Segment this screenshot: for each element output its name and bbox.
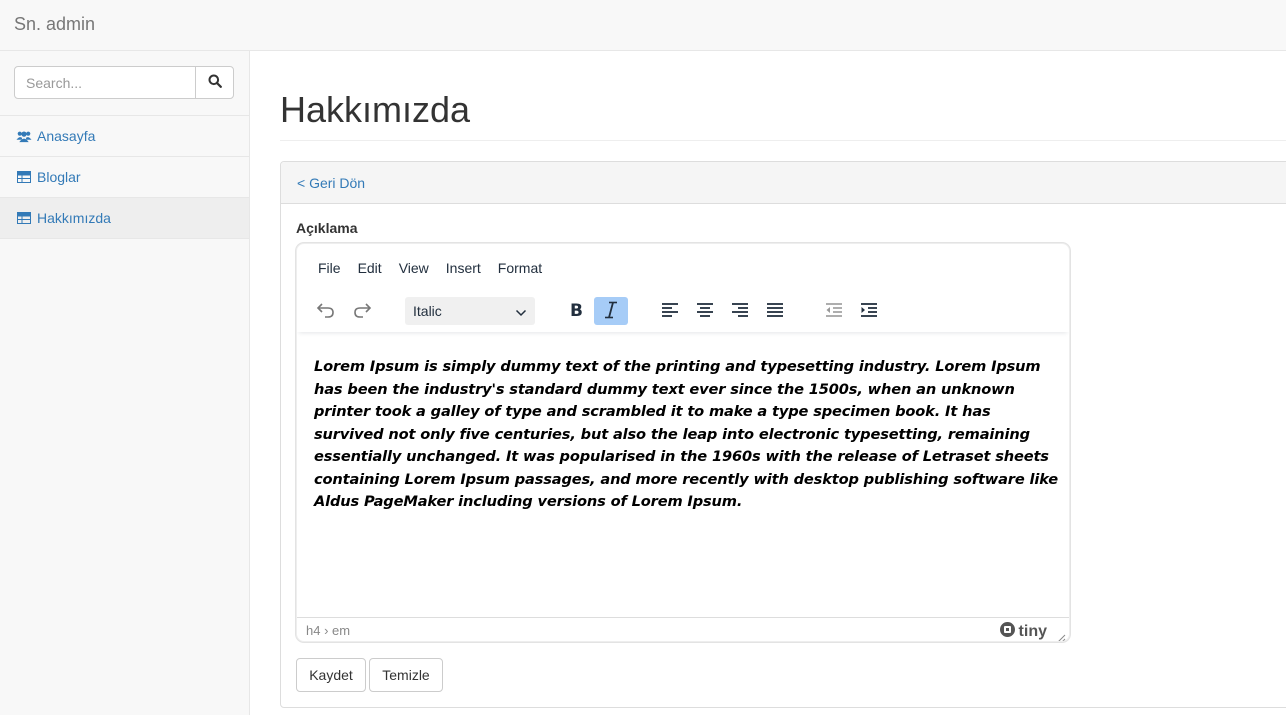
page-title: Hakkımızda — [280, 89, 471, 130]
italic-button[interactable] — [594, 297, 628, 325]
format-select[interactable]: Italic — [405, 297, 535, 325]
resize-handle-icon[interactable] — [1057, 630, 1066, 641]
search-icon — [208, 74, 222, 91]
panel-heading: < Geri Dön — [281, 162, 1286, 204]
align-center-icon — [696, 302, 714, 321]
svg-text:B: B — [570, 301, 583, 319]
sidebar-item-label: Anasayfa — [37, 128, 96, 144]
description-label: Açıklama — [296, 220, 358, 236]
align-right-button[interactable] — [723, 297, 757, 325]
rich-text-editor: File Edit View Insert Format Italic B Lo… — [296, 243, 1070, 642]
sidebar-item-bloglar[interactable]: Bloglar — [0, 157, 249, 198]
menu-insert[interactable]: Insert — [435, 257, 487, 279]
element-path[interactable]: h4 › em — [306, 623, 350, 638]
undo-button[interactable] — [309, 297, 343, 325]
indent-button[interactable] — [852, 297, 886, 325]
editor-content[interactable]: Lorem Ipsum is simply dummy text of the … — [314, 356, 1059, 514]
menu-file[interactable]: File — [307, 257, 347, 279]
indent-icon — [860, 302, 878, 321]
table-icon — [16, 211, 32, 225]
save-button[interactable]: Kaydet — [296, 658, 366, 692]
justify-button[interactable] — [758, 297, 792, 325]
outdent-icon — [825, 302, 843, 321]
align-left-button[interactable] — [653, 297, 687, 325]
app-brand[interactable]: Sn. admin — [14, 14, 95, 35]
format-select-value: Italic — [413, 303, 442, 319]
editor-toolbar: Italic B — [297, 292, 1069, 332]
users-icon — [16, 129, 32, 143]
title-divider — [280, 140, 1286, 141]
search-input[interactable] — [14, 66, 196, 99]
menu-format[interactable]: Format — [487, 257, 548, 279]
menu-view[interactable]: View — [388, 257, 435, 279]
top-navbar: Sn. admin — [0, 0, 1286, 51]
clear-button[interactable]: Temizle — [369, 658, 443, 692]
tiny-logo-text: tiny — [1018, 623, 1047, 640]
tiny-logo-icon — [999, 621, 1019, 641]
sidebar-item-label: Hakkımızda — [37, 210, 111, 226]
redo-icon — [352, 301, 372, 322]
align-right-icon — [731, 302, 749, 321]
editor-menubar: File Edit View Insert Format — [307, 257, 548, 279]
justify-icon — [766, 302, 784, 321]
tiny-logo[interactable]: tiny — [999, 621, 1047, 641]
editor-statusbar: h4 › em tiny — [297, 617, 1069, 641]
table-icon — [16, 170, 32, 184]
redo-button[interactable] — [345, 297, 379, 325]
sidebar-item-anasayfa[interactable]: Anasayfa — [0, 116, 249, 157]
search-button[interactable] — [195, 66, 234, 99]
sidebar-search — [14, 66, 234, 99]
menu-edit[interactable]: Edit — [347, 257, 388, 279]
bold-icon: B — [568, 301, 584, 322]
bold-button[interactable]: B — [559, 297, 593, 325]
sidebar-item-label: Bloglar — [37, 169, 81, 185]
outdent-button[interactable] — [817, 297, 851, 325]
sidebar-item-hakkimizda[interactable]: Hakkımızda — [0, 198, 249, 239]
italic-icon — [603, 300, 619, 323]
sidebar: Anasayfa Bloglar Hakkımızda — [0, 51, 250, 715]
align-left-icon — [661, 302, 679, 321]
align-center-button[interactable] — [688, 297, 722, 325]
chevron-down-icon — [515, 305, 527, 321]
undo-icon — [316, 301, 336, 322]
back-link[interactable]: < Geri Dön — [297, 175, 365, 191]
